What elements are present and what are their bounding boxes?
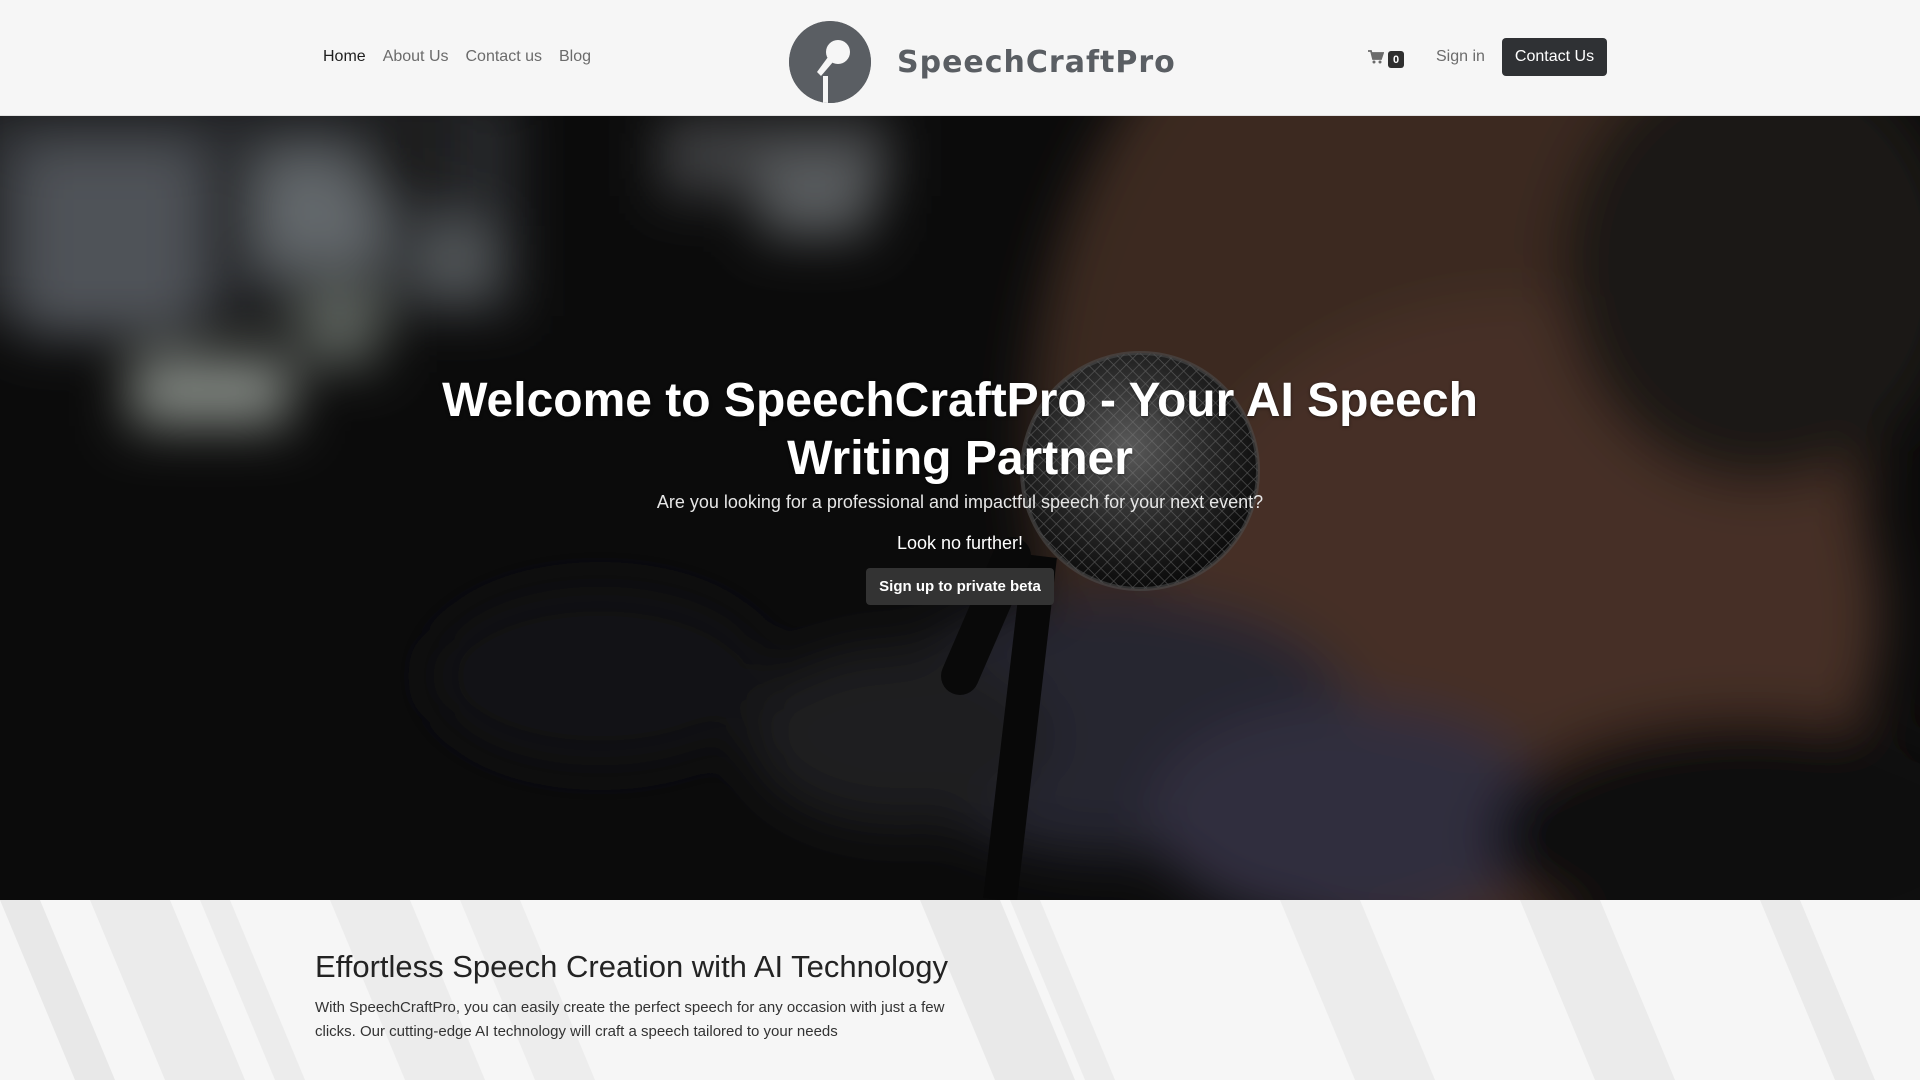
- hero-section: Welcome to SpeechCraftPro - Your AI Spee…: [0, 116, 1920, 900]
- cart-icon: [1368, 50, 1384, 64]
- main-nav: Home About Us Contact us Blog: [323, 48, 591, 66]
- cart-count-badge: 0: [1388, 51, 1404, 68]
- hero-content: Welcome to SpeechCraftPro - Your AI Spee…: [0, 372, 1920, 605]
- cart-button[interactable]: 0: [1368, 45, 1404, 69]
- hero-title: Welcome to SpeechCraftPro - Your AI Spee…: [442, 374, 1478, 485]
- header-actions: 0 Sign in Contact Us: [1368, 38, 1608, 76]
- nav-about[interactable]: About Us: [383, 48, 449, 66]
- sign-in-link[interactable]: Sign in: [1436, 48, 1485, 66]
- nav-blog[interactable]: Blog: [559, 48, 591, 66]
- private-beta-signup-button[interactable]: Sign up to private beta: [866, 568, 1054, 605]
- decorative-stripes: [0, 900, 1875, 1080]
- nav-contact[interactable]: Contact us: [466, 48, 542, 66]
- section-description: With SpeechCraftPro, you can easily crea…: [315, 999, 945, 1040]
- microphone-icon: [789, 21, 871, 103]
- brand-logo[interactable]: SpeechCraftPro: [789, 21, 1176, 103]
- features-text-block: Effortless Speech Creation with AI Techn…: [315, 948, 955, 1044]
- hero-subtitle: Are you looking for a professional and i…: [656, 492, 1264, 512]
- brand-name: SpeechCraftPro: [897, 44, 1176, 80]
- nav-home[interactable]: Home: [323, 48, 366, 66]
- site-header: Home About Us Contact us Blog SpeechCraf…: [0, 0, 1920, 116]
- hero-tagline: Look no further!: [896, 533, 1024, 553]
- section-title: Effortless Speech Creation with AI Techn…: [315, 949, 949, 984]
- features-section: Effortless Speech Creation with AI Techn…: [0, 900, 1920, 1080]
- contact-us-button[interactable]: Contact Us: [1501, 38, 1608, 76]
